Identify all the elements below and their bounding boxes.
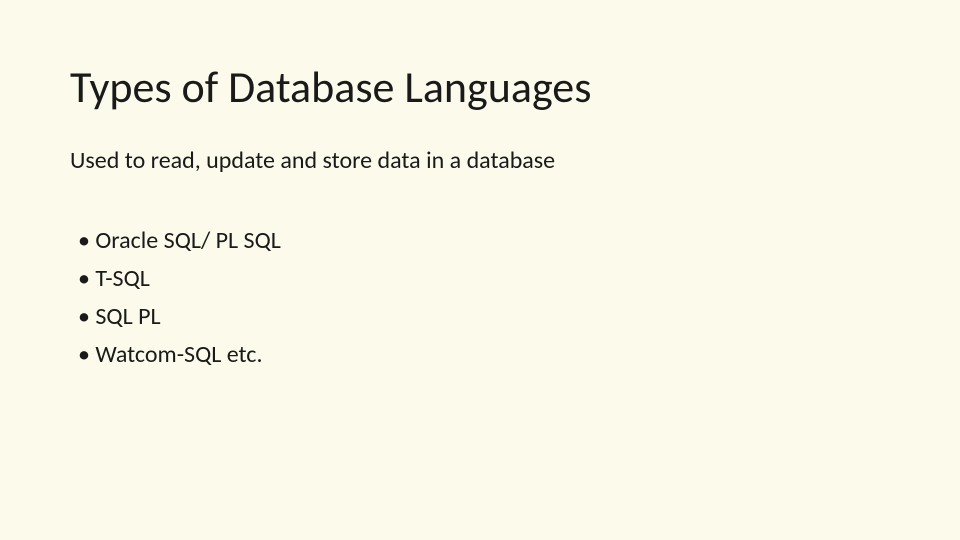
slide-container: Types of Database Languages Used to read… xyxy=(0,0,960,373)
bullet-list: Oracle SQL/ PL SQL T-SQL SQL PL Watcom-S… xyxy=(70,223,890,373)
list-item: T-SQL xyxy=(78,261,890,297)
slide-subtitle: Used to read, update and store data in a… xyxy=(70,146,890,175)
list-item: SQL PL xyxy=(78,299,890,335)
slide-title: Types of Database Languages xyxy=(70,60,890,114)
list-item: Oracle SQL/ PL SQL xyxy=(78,223,890,259)
list-item: Watcom-SQL etc. xyxy=(78,337,890,373)
